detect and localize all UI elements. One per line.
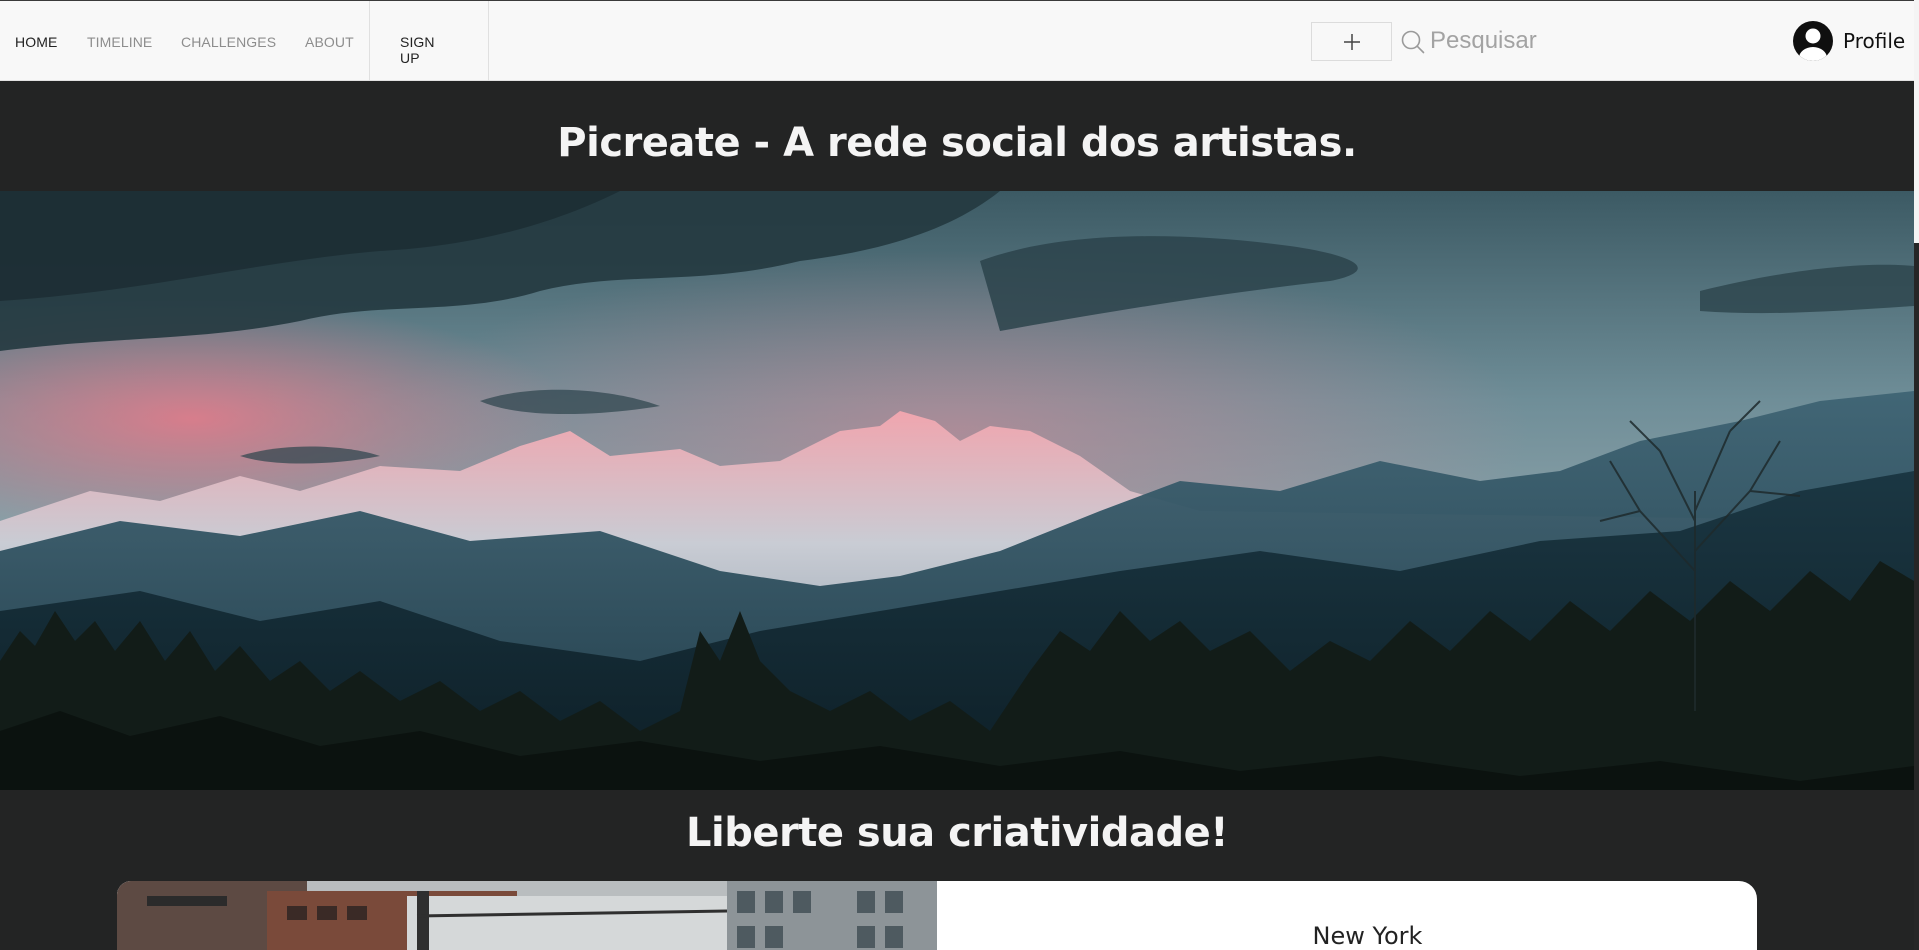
hero-image — [0, 191, 1914, 790]
add-post-button[interactable] — [1311, 22, 1392, 61]
mountain-sunset-photo — [0, 191, 1914, 790]
nav-signup-link[interactable]: SIGN UP — [400, 34, 435, 66]
section-title: Liberte sua criatividade! — [686, 810, 1228, 856]
new-york-street-photo — [117, 881, 937, 950]
profile-button[interactable]: Profile — [1792, 20, 1905, 62]
page: HOME TIMELINE CHALLENGES ABOUT SIGN UP P… — [0, 0, 1919, 950]
card-image — [117, 881, 937, 950]
user-avatar-icon — [1793, 21, 1833, 61]
profile-label: Profile — [1843, 29, 1906, 53]
site-title: Picreate - A rede social dos artistas. — [557, 120, 1357, 166]
scrollbar-thumb[interactable] — [1914, 243, 1919, 950]
nav-timeline-link[interactable]: TIMELINE — [87, 34, 152, 50]
nav-about-link[interactable]: ABOUT — [305, 34, 354, 50]
search-input[interactable] — [1430, 21, 1660, 61]
card-city-label: New York — [1312, 922, 1423, 950]
nav-home-link[interactable]: HOME — [15, 34, 57, 50]
plus-icon — [1343, 33, 1360, 50]
search-icon[interactable] — [1400, 29, 1426, 55]
top-navigation-bar: HOME TIMELINE CHALLENGES ABOUT SIGN UP P… — [0, 0, 1914, 82]
nav-challenges-link[interactable]: CHALLENGES — [181, 34, 276, 50]
